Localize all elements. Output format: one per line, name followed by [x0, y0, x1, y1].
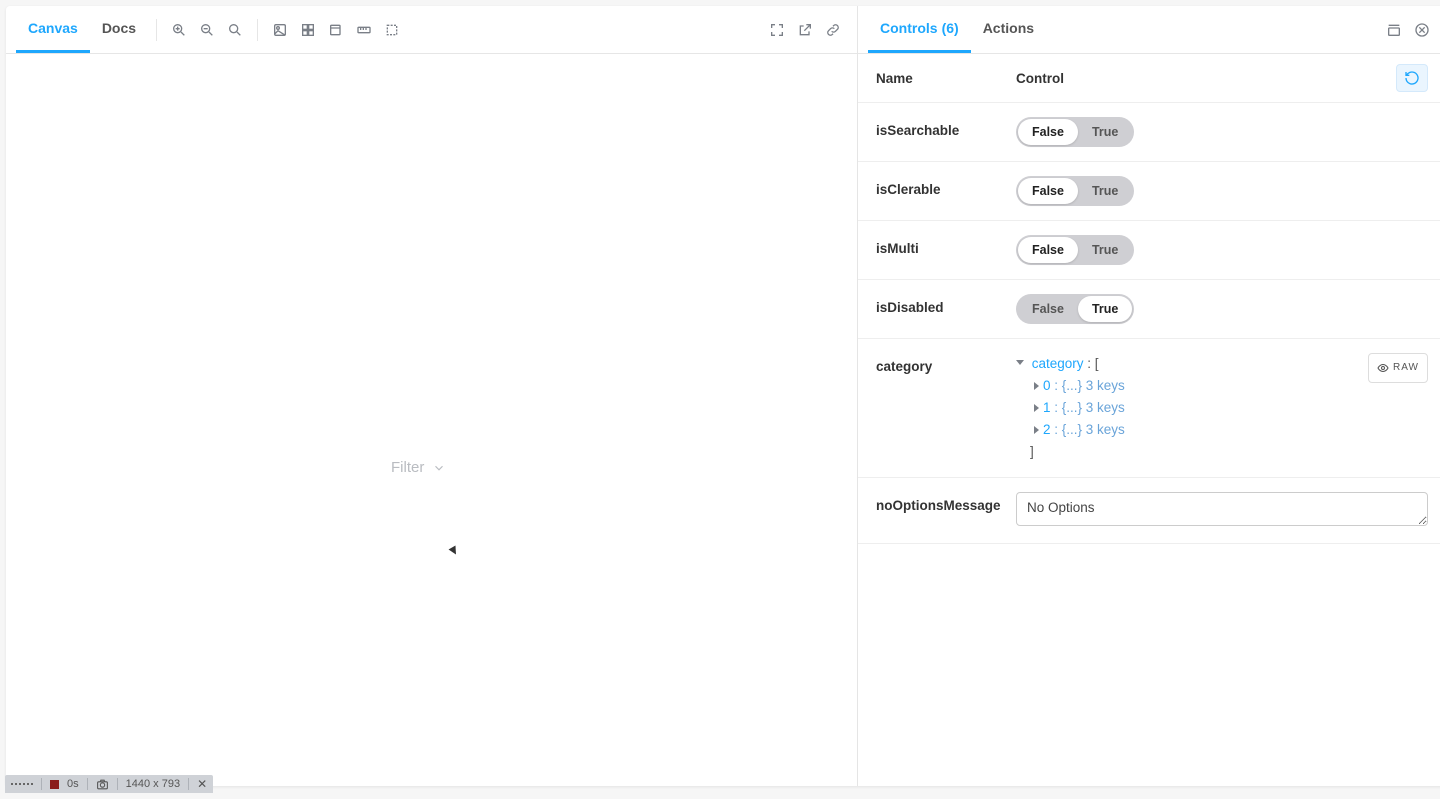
zoom-in-icon[interactable] — [165, 16, 193, 44]
tab-docs[interactable]: Docs — [90, 6, 148, 53]
toggle-true[interactable]: True — [1078, 178, 1132, 204]
object-tree: RAW category : [ 0 : {...} 3 keys 1 : {.… — [1016, 353, 1428, 463]
toggle-false[interactable]: False — [1018, 296, 1078, 322]
eye-icon — [1377, 362, 1389, 374]
text-control-input[interactable] — [1016, 492, 1428, 526]
caret-right-icon — [1034, 404, 1039, 412]
recbar-separator — [117, 778, 118, 790]
tab-controls-count: (6) — [942, 20, 959, 36]
background-icon[interactable] — [266, 16, 294, 44]
outline-icon[interactable] — [378, 16, 406, 44]
toggle-true[interactable]: True — [1078, 237, 1132, 263]
tree-index: 2 — [1043, 422, 1051, 437]
reset-controls-button[interactable] — [1396, 64, 1428, 92]
addons-tabs: Controls (6) Actions — [868, 6, 1046, 53]
zoom-out-icon[interactable] — [193, 16, 221, 44]
cursor-icon — [449, 546, 460, 557]
caret-right-icon — [1034, 426, 1039, 434]
open-new-tab-icon[interactable] — [791, 16, 819, 44]
boolean-toggle[interactable]: False True — [1016, 294, 1134, 324]
recbar-separator — [87, 778, 88, 790]
recbar-separator — [188, 778, 189, 790]
tree-item[interactable]: 1 : {...} 3 keys — [1016, 397, 1428, 419]
caret-down-icon — [1016, 360, 1024, 369]
tree-summary: : {...} 3 keys — [1051, 422, 1125, 437]
tab-controls[interactable]: Controls (6) — [868, 6, 971, 53]
control-label: category — [876, 353, 1016, 374]
tab-canvas[interactable]: Canvas — [16, 6, 90, 53]
filter-label: Filter — [391, 459, 424, 476]
control-label: isSearchable — [876, 117, 1016, 138]
toggle-true[interactable]: True — [1078, 296, 1132, 322]
camera-icon[interactable] — [96, 778, 109, 791]
canvas-toolbar: Canvas Docs — [6, 6, 857, 54]
chevron-down-icon — [432, 461, 446, 475]
control-label: isDisabled — [876, 294, 1016, 315]
tree-summary: : {...} 3 keys — [1051, 400, 1125, 415]
tree-summary: : {...} 3 keys — [1051, 378, 1125, 393]
copy-link-icon[interactable] — [819, 16, 847, 44]
tree-bracket: : [ — [1084, 356, 1099, 371]
control-row-category: category RAW category : [ 0 : {...} 3 ke… — [858, 339, 1440, 478]
hide-addons-icon[interactable] — [1408, 16, 1436, 44]
boolean-toggle[interactable]: False True — [1016, 235, 1134, 265]
tree-index: 0 — [1043, 378, 1051, 393]
control-row-isDisabled: isDisabled False True — [858, 280, 1440, 339]
measure-icon[interactable] — [350, 16, 378, 44]
caret-right-icon — [1034, 382, 1039, 390]
canvas-body: Filter — [6, 54, 857, 786]
raw-label: RAW — [1393, 357, 1419, 379]
control-row-noOptionsMessage: noOptionsMessage — [858, 478, 1440, 544]
boolean-toggle[interactable]: False True — [1016, 176, 1134, 206]
control-row-isClerable: isClerable False True — [858, 162, 1440, 221]
close-recording-icon[interactable]: ✕ — [197, 777, 207, 791]
recording-dimensions: 1440 x 793 — [126, 778, 180, 790]
controls-header: Name Control — [858, 54, 1440, 103]
toggle-false[interactable]: False — [1018, 178, 1078, 204]
raw-toggle-button[interactable]: RAW — [1368, 353, 1428, 383]
control-row-isMulti: isMulti False True — [858, 221, 1440, 280]
recbar-separator — [41, 778, 42, 790]
tree-close-bracket: ] — [1030, 441, 1428, 463]
boolean-toggle[interactable]: False True — [1016, 117, 1134, 147]
toggle-false[interactable]: False — [1018, 119, 1078, 145]
toolbar-separator — [257, 19, 258, 41]
tab-actions[interactable]: Actions — [971, 6, 1046, 53]
header-name: Name — [876, 71, 1016, 86]
addons-panel: Controls (6) Actions Name Control isSear — [858, 6, 1440, 786]
toolbar-separator — [156, 19, 157, 41]
canvas-panel: Canvas Docs — [6, 6, 858, 786]
addons-orientation-icon[interactable] — [1380, 16, 1408, 44]
app-frame: Canvas Docs — [6, 6, 1440, 786]
control-label: isClerable — [876, 176, 1016, 197]
filter-select[interactable]: Filter — [391, 459, 446, 476]
tree-item[interactable]: 0 : {...} 3 keys — [1016, 375, 1428, 397]
tree-root[interactable]: category : [ — [1016, 353, 1428, 375]
control-label: noOptionsMessage — [876, 492, 1016, 513]
fullscreen-icon[interactable] — [763, 16, 791, 44]
control-label: isMulti — [876, 235, 1016, 256]
record-indicator-icon — [50, 780, 59, 789]
header-control: Control — [1016, 71, 1396, 86]
addons-toolbar: Controls (6) Actions — [858, 6, 1440, 54]
recording-time: 0s — [67, 778, 79, 790]
controls-rows: isSearchable False True isClerable False… — [858, 103, 1440, 786]
tree-index: 1 — [1043, 400, 1051, 415]
recording-bar: 0s 1440 x 793 ✕ — [5, 775, 213, 793]
toggle-false[interactable]: False — [1018, 237, 1078, 263]
toggle-true[interactable]: True — [1078, 119, 1132, 145]
tab-controls-label: Controls — [880, 20, 938, 36]
canvas-tabs: Canvas Docs — [16, 6, 148, 53]
tree-item[interactable]: 2 : {...} 3 keys — [1016, 419, 1428, 441]
viewport-size-icon[interactable] — [322, 16, 350, 44]
grid-icon[interactable] — [294, 16, 322, 44]
zoom-reset-icon[interactable] — [221, 16, 249, 44]
control-row-isSearchable: isSearchable False True — [858, 103, 1440, 162]
drag-handle-icon[interactable] — [11, 783, 33, 785]
tree-key: category — [1032, 356, 1084, 371]
